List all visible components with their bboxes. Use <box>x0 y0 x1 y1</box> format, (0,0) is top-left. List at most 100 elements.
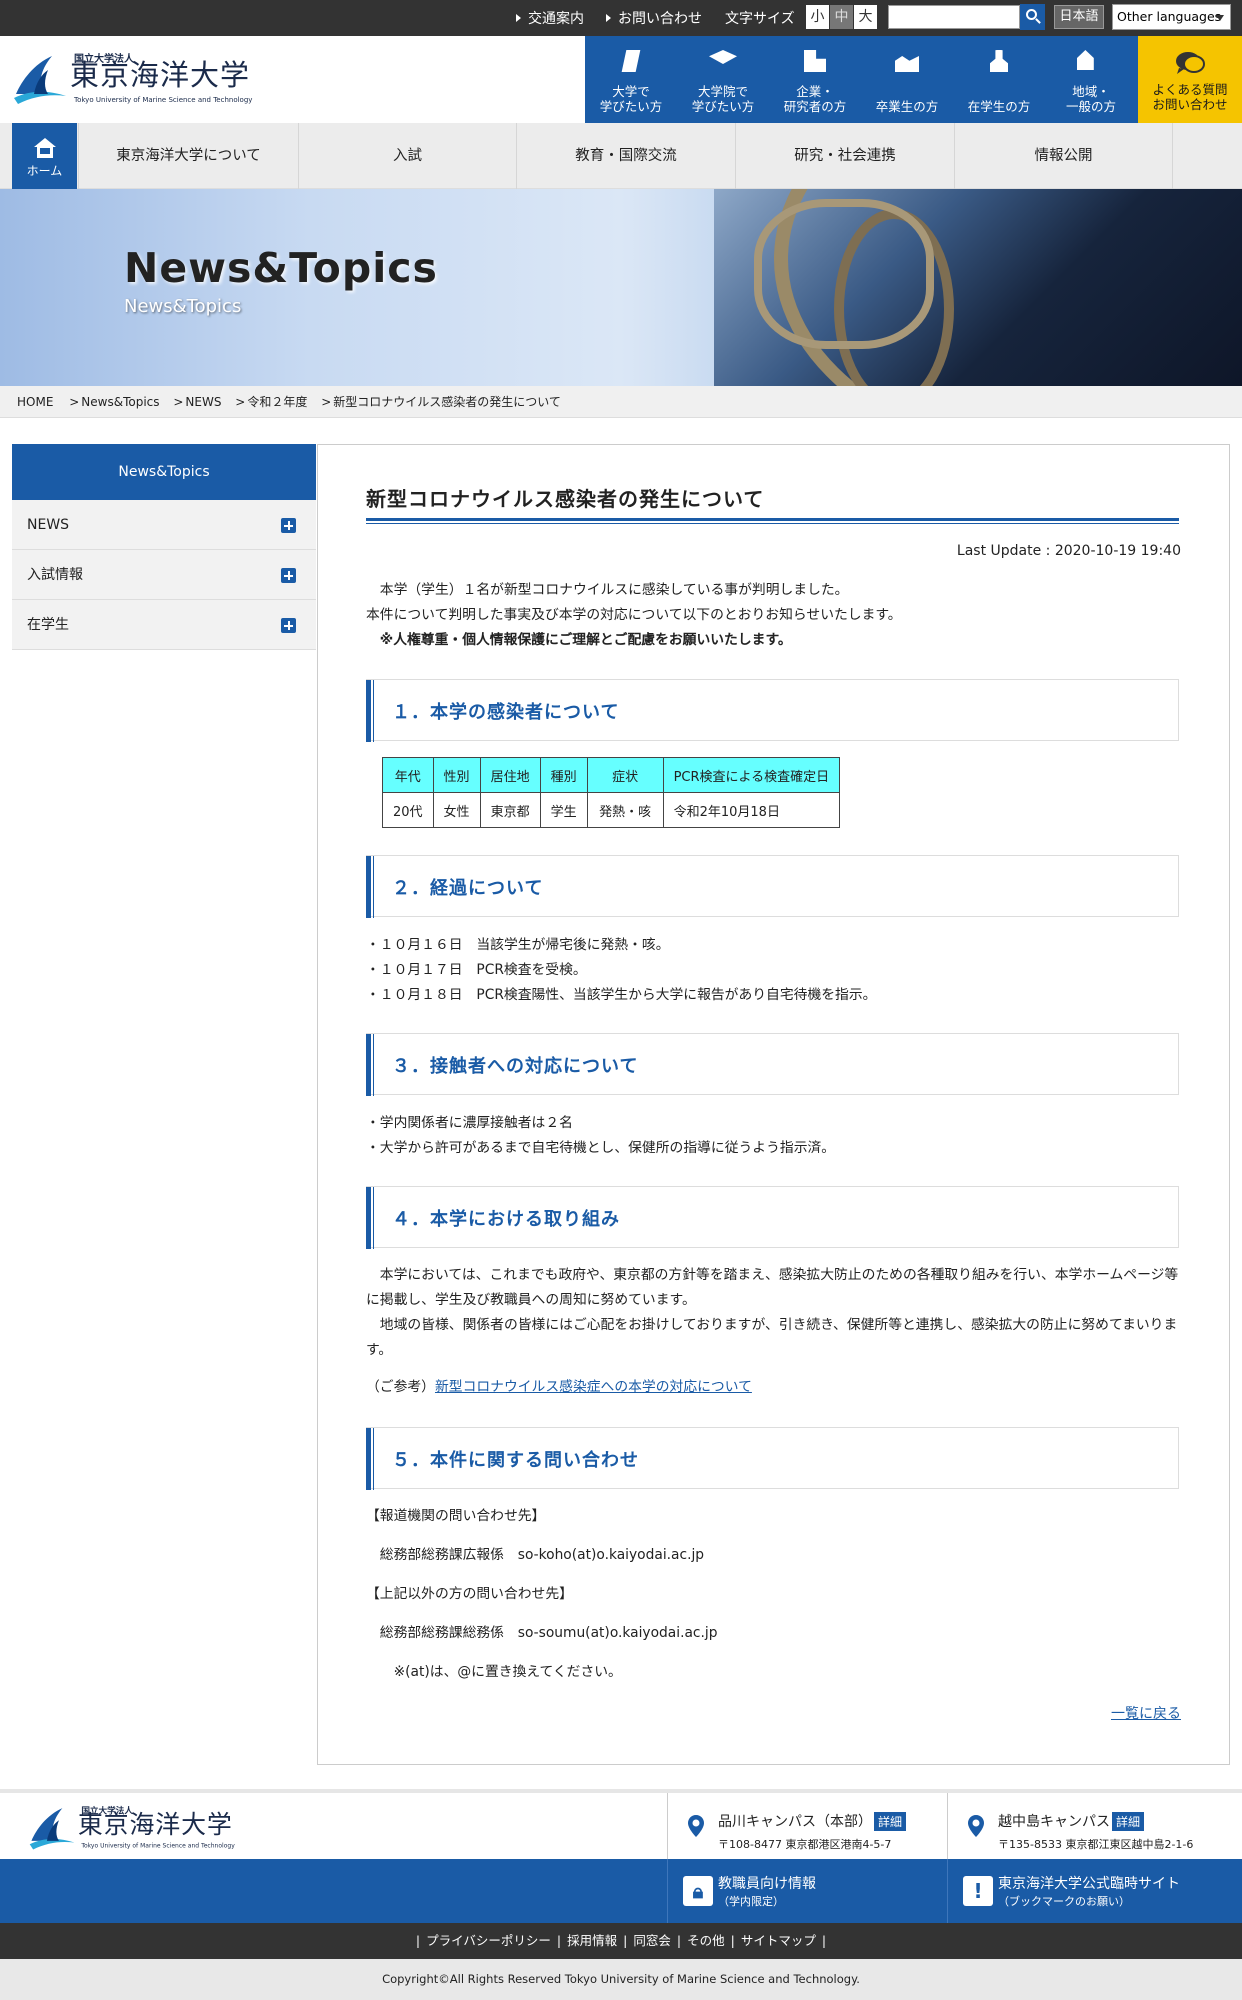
reference-link[interactable]: 新型コロナウイルス感染症への本学の対応について <box>435 1379 752 1395</box>
back-to-list-link[interactable]: 一覧に戻る <box>1111 1703 1181 1723</box>
audience-corporate[interactable]: 企業・ 研究者の方 <box>769 36 861 123</box>
exclamation-icon: ! <box>963 1876 993 1906</box>
campus-etchujima[interactable]: 越中島キャンパス 詳細 〒135-8533 東京都江東区越中島2-1-6 <box>947 1793 1227 1863</box>
font-size-medium-button[interactable]: 中 <box>830 5 853 29</box>
breadcrumb-news-topics[interactable]: News&Topics <box>81 395 159 409</box>
page-title: 新型コロナウイルス感染者の発生について <box>366 487 765 511</box>
house-people-icon <box>1077 50 1094 70</box>
sidebar-item-students[interactable]: 在学生 <box>12 600 316 650</box>
nav-admissions[interactable]: 入試 <box>298 123 516 189</box>
breadcrumb-news[interactable]: NEWS <box>185 395 221 409</box>
cases-table: 年代 性別 居住地 種別 症状 PCR検査による検査確定日 20代 女性 東京都… <box>382 757 841 828</box>
breadcrumb: HOME > News&Topics > NEWS > 令和２年度 > 新型コロナウイル… <box>0 386 1242 418</box>
intro-text: 本学（学生）１名が新型コロナウイルスに感染している事が判明しました。 本件につい… <box>366 582 902 648</box>
section-heading-1: １．本学の感染者について <box>366 679 1179 742</box>
hero-subtitle: News&Topics <box>124 296 242 317</box>
sidebar-item-admissions[interactable]: 入試情報 <box>12 550 316 600</box>
graduation-cap-icon <box>709 50 737 64</box>
recruit-link[interactable]: 採用情報 <box>567 1933 617 1948</box>
plus-icon[interactable] <box>281 568 296 583</box>
list-item: ・１０月１６日 当該学生が帰宅後に発熱・咳。 <box>366 937 670 953</box>
detail-badge[interactable]: 詳細 <box>874 1812 907 1831</box>
audience-alumni[interactable]: 卒業生の方 <box>861 36 953 123</box>
university-logo[interactable]: 国立大学法人 東京海洋大学 Tokyo University of Marine… <box>12 50 252 106</box>
sidebar-item-news[interactable]: NEWS <box>12 500 316 550</box>
other-link[interactable]: その他 <box>687 1933 725 1948</box>
copyright: Copyright©All Rights Reserved Tokyo Univ… <box>0 1959 1242 2000</box>
email-note: ※(at)は、@に置き換えてください。 <box>366 1664 622 1680</box>
breadcrumb-home[interactable]: HOME <box>17 395 53 409</box>
nav-research[interactable]: 研究・社会連携 <box>735 123 954 189</box>
footer-logo[interactable]: 国立大学法人 東京海洋大学 Tokyo University of Marine… <box>28 1803 235 1851</box>
faq-contact-button[interactable]: よくある質問 お問い合わせ <box>1138 36 1242 123</box>
factory-icon <box>895 56 919 72</box>
list-item: ・１０月１８日 PCR検査陽性、当該学生から大学に報告があり自宅待機を指示。 <box>366 987 877 1003</box>
font-size-large-button[interactable]: 大 <box>854 5 877 29</box>
nav-disclosure[interactable]: 情報公開 <box>954 123 1173 189</box>
audience-undergrad[interactable]: 大学で 学びたい方 <box>585 36 677 123</box>
last-update: Last Update : 2020-10-19 19:40 <box>956 543 1181 559</box>
section-heading-2: ２．経過について <box>366 855 1179 918</box>
breadcrumb-year[interactable]: 令和２年度 <box>247 395 307 409</box>
lock-icon: 🔒︎ <box>683 1876 713 1906</box>
search-button[interactable] <box>1020 4 1045 30</box>
sidebar-heading[interactable]: News&Topics <box>12 444 316 500</box>
alumni-link[interactable]: 同窓会 <box>633 1933 671 1948</box>
list-item: ・学内関係者に濃厚接触者は２名 <box>366 1115 573 1131</box>
map-pin-icon <box>688 1815 704 1837</box>
hero-banner: News&Topics News&Topics <box>0 189 1242 386</box>
campus-shinagawa[interactable]: 品川キャンパス（本部） 詳細 〒108-8477 東京都港区港南4-5-7 <box>667 1793 947 1863</box>
privacy-link[interactable]: プライバシーポリシー <box>426 1933 551 1948</box>
home-icon <box>34 138 56 158</box>
breadcrumb-current: 新型コロナウイルス感染者の発生について <box>333 395 561 409</box>
detail-badge[interactable]: 詳細 <box>1112 1812 1145 1831</box>
person-icon <box>990 50 1008 72</box>
utility-bar: 交通案内 お問い合わせ 文字サイズ 小 中 大 日本語 Other langua… <box>0 0 1242 36</box>
sitemap-link[interactable]: サイトマップ <box>741 1933 816 1948</box>
table-row: 20代 女性 東京都 学生 発熱・咳 令和2年10月18日 <box>382 792 841 828</box>
audience-nav: 大学で 学びたい方 大学院で 学びたい方 企業・ 研究者の方 卒業生の方 在学生の方 … <box>585 36 1138 123</box>
efforts-text: 本学においては、これまでも政府や、東京都の方針等を踏まえ、感染拡大防止のための各… <box>366 1267 1179 1358</box>
contacts-list: ・学内関係者に濃厚接触者は２名 ・大学から許可があるまで自宅待機とし、保健所の指… <box>366 1111 1186 1161</box>
plus-icon[interactable] <box>281 518 296 533</box>
nav-education[interactable]: 教育・国際交流 <box>516 123 735 189</box>
reference-line: （ご参考）新型コロナウイルス感染症への本学の対応について <box>366 1379 752 1395</box>
main-nav: ホーム 東京海洋大学について 入試 教育・国際交流 研究・社会連携 情報公開 <box>0 123 1242 189</box>
access-link[interactable]: 交通案内 <box>516 8 584 28</box>
timeline-list: ・１０月１６日 当該学生が帰宅後に発熱・咳。 ・１０月１７日 PCR検査を受検。… <box>366 933 1186 1008</box>
footer-links: | プライバシーポリシー | 採用情報 | 同窓会 | その他 | サイトマップ | <box>0 1923 1242 1959</box>
speech-bubble-icon <box>1176 52 1205 74</box>
section-heading-3: ３．接触者への対応について <box>366 1033 1179 1096</box>
sidebar: News&Topics NEWS 入試情報 在学生 <box>12 444 316 650</box>
home-button[interactable]: ホーム <box>12 123 77 189</box>
audience-community[interactable]: 地域・ 一般の方 <box>1045 36 1137 123</box>
japanese-lang-button[interactable]: 日本語 <box>1054 5 1104 29</box>
pencil-icon <box>621 50 641 72</box>
audience-graduate[interactable]: 大学院で 学びたい方 <box>677 36 769 123</box>
logo-name-text: 東京海洋大学 <box>70 58 251 92</box>
logo-english-text: Tokyo University of Marine Science and T… <box>74 96 253 104</box>
font-size-small-button[interactable]: 小 <box>806 5 829 29</box>
press-heading: 【報道機関の問い合わせ先】 <box>366 1508 546 1524</box>
press-contact: 総務部総務課広報係 so-koho(at)o.kaiyodai.ac.jp <box>366 1547 705 1563</box>
section-heading-4: ４．本学における取り組み <box>366 1186 1179 1249</box>
contact-link[interactable]: お問い合わせ <box>606 8 702 28</box>
whale-skeleton-image <box>714 189 1242 386</box>
language-select[interactable]: Other languages <box>1112 4 1231 30</box>
article: 新型コロナウイルス感染者の発生について Last Update : 2020-1… <box>317 444 1230 1765</box>
site-footer: 国立大学法人 東京海洋大学 Tokyo University of Marine… <box>0 1789 1242 2000</box>
other-heading: 【上記以外の方の問い合わせ先】 <box>366 1586 573 1602</box>
map-pin-icon <box>968 1815 984 1837</box>
site-header: 国立大学法人 東京海洋大学 Tokyo University of Marine… <box>0 36 1242 123</box>
font-size-label: 文字サイズ <box>725 11 795 27</box>
search-input[interactable] <box>888 5 1020 29</box>
plus-icon[interactable] <box>281 618 296 633</box>
temporary-site-link[interactable]: ! 東京海洋大学公式臨時サイト （ブックマークのお願い） <box>947 1859 1227 1923</box>
wave-logo-icon <box>14 56 66 104</box>
list-item: ・大学から許可があるまで自宅待機とし、保健所の指導に従うよう指示済。 <box>366 1140 836 1156</box>
section-heading-5: ５．本件に関する問い合わせ <box>366 1427 1179 1490</box>
staff-info-link[interactable]: 🔒︎ 教職員向け情報 （学内限定） <box>667 1859 947 1923</box>
audience-students[interactable]: 在学生の方 <box>953 36 1045 123</box>
other-contact: 総務部総務課総務係 so-soumu(at)o.kaiyodai.ac.jp <box>366 1625 718 1641</box>
nav-about[interactable]: 東京海洋大学について <box>78 123 298 189</box>
